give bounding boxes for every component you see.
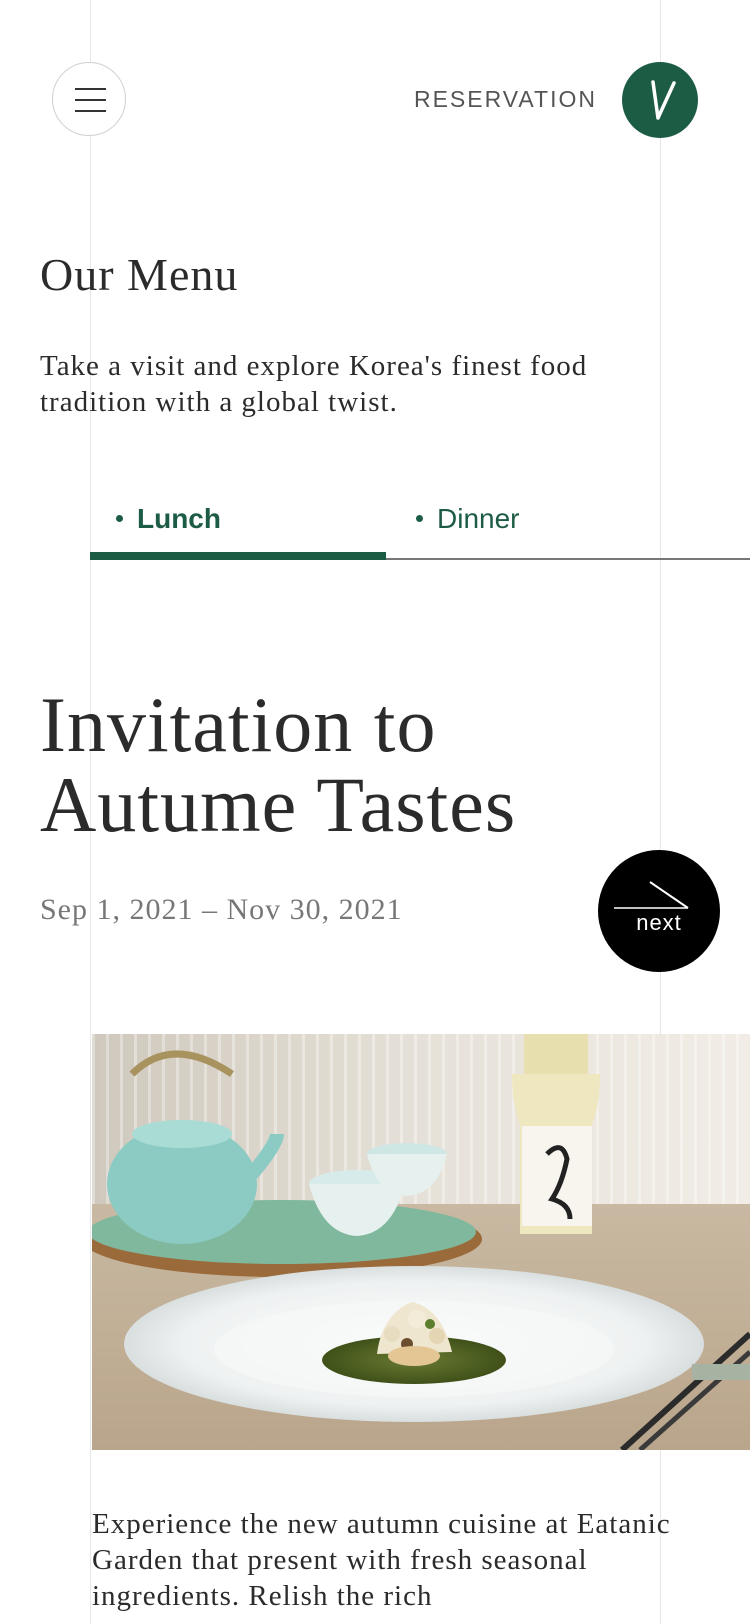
dish-illustration <box>92 1034 750 1450</box>
feature-title-line-2: Autume Tastes <box>40 761 517 848</box>
hamburger-menu-button[interactable] <box>52 62 126 136</box>
brand-logo[interactable] <box>622 62 698 138</box>
tab-dinner-label: Dinner <box>437 503 520 534</box>
feature-dates: Sep 1, 2021 – Nov 30, 2021 <box>40 893 403 926</box>
page-description: Take a visit and explore Korea's finest … <box>40 350 588 418</box>
tab-lunch[interactable]: Lunch <box>90 470 386 560</box>
feature-title-line-1: Invitation to <box>40 681 437 768</box>
logo-v-icon <box>651 80 676 120</box>
menu-line-icon <box>75 88 106 90</box>
menu-line-icon <box>75 110 106 112</box>
page-title: Our Menu <box>40 249 239 300</box>
menu-tabs: Lunch Dinner <box>90 470 750 560</box>
next-button-label: next <box>636 910 682 935</box>
feature-description: Experience the new autumn cuisine at Eat… <box>92 1508 671 1612</box>
tab-lunch-label: Lunch <box>137 503 221 534</box>
bullet-icon <box>116 515 123 523</box>
tab-dinner[interactable]: Dinner <box>416 470 519 558</box>
feature-title: Invitation to Autume Tastes <box>40 685 516 845</box>
next-button[interactable]: next <box>598 850 720 972</box>
dish-photo <box>92 1034 750 1450</box>
menu-line-icon <box>75 99 106 101</box>
bullet-icon <box>416 515 423 523</box>
reservation-link[interactable]: RESERVATION <box>414 86 597 113</box>
